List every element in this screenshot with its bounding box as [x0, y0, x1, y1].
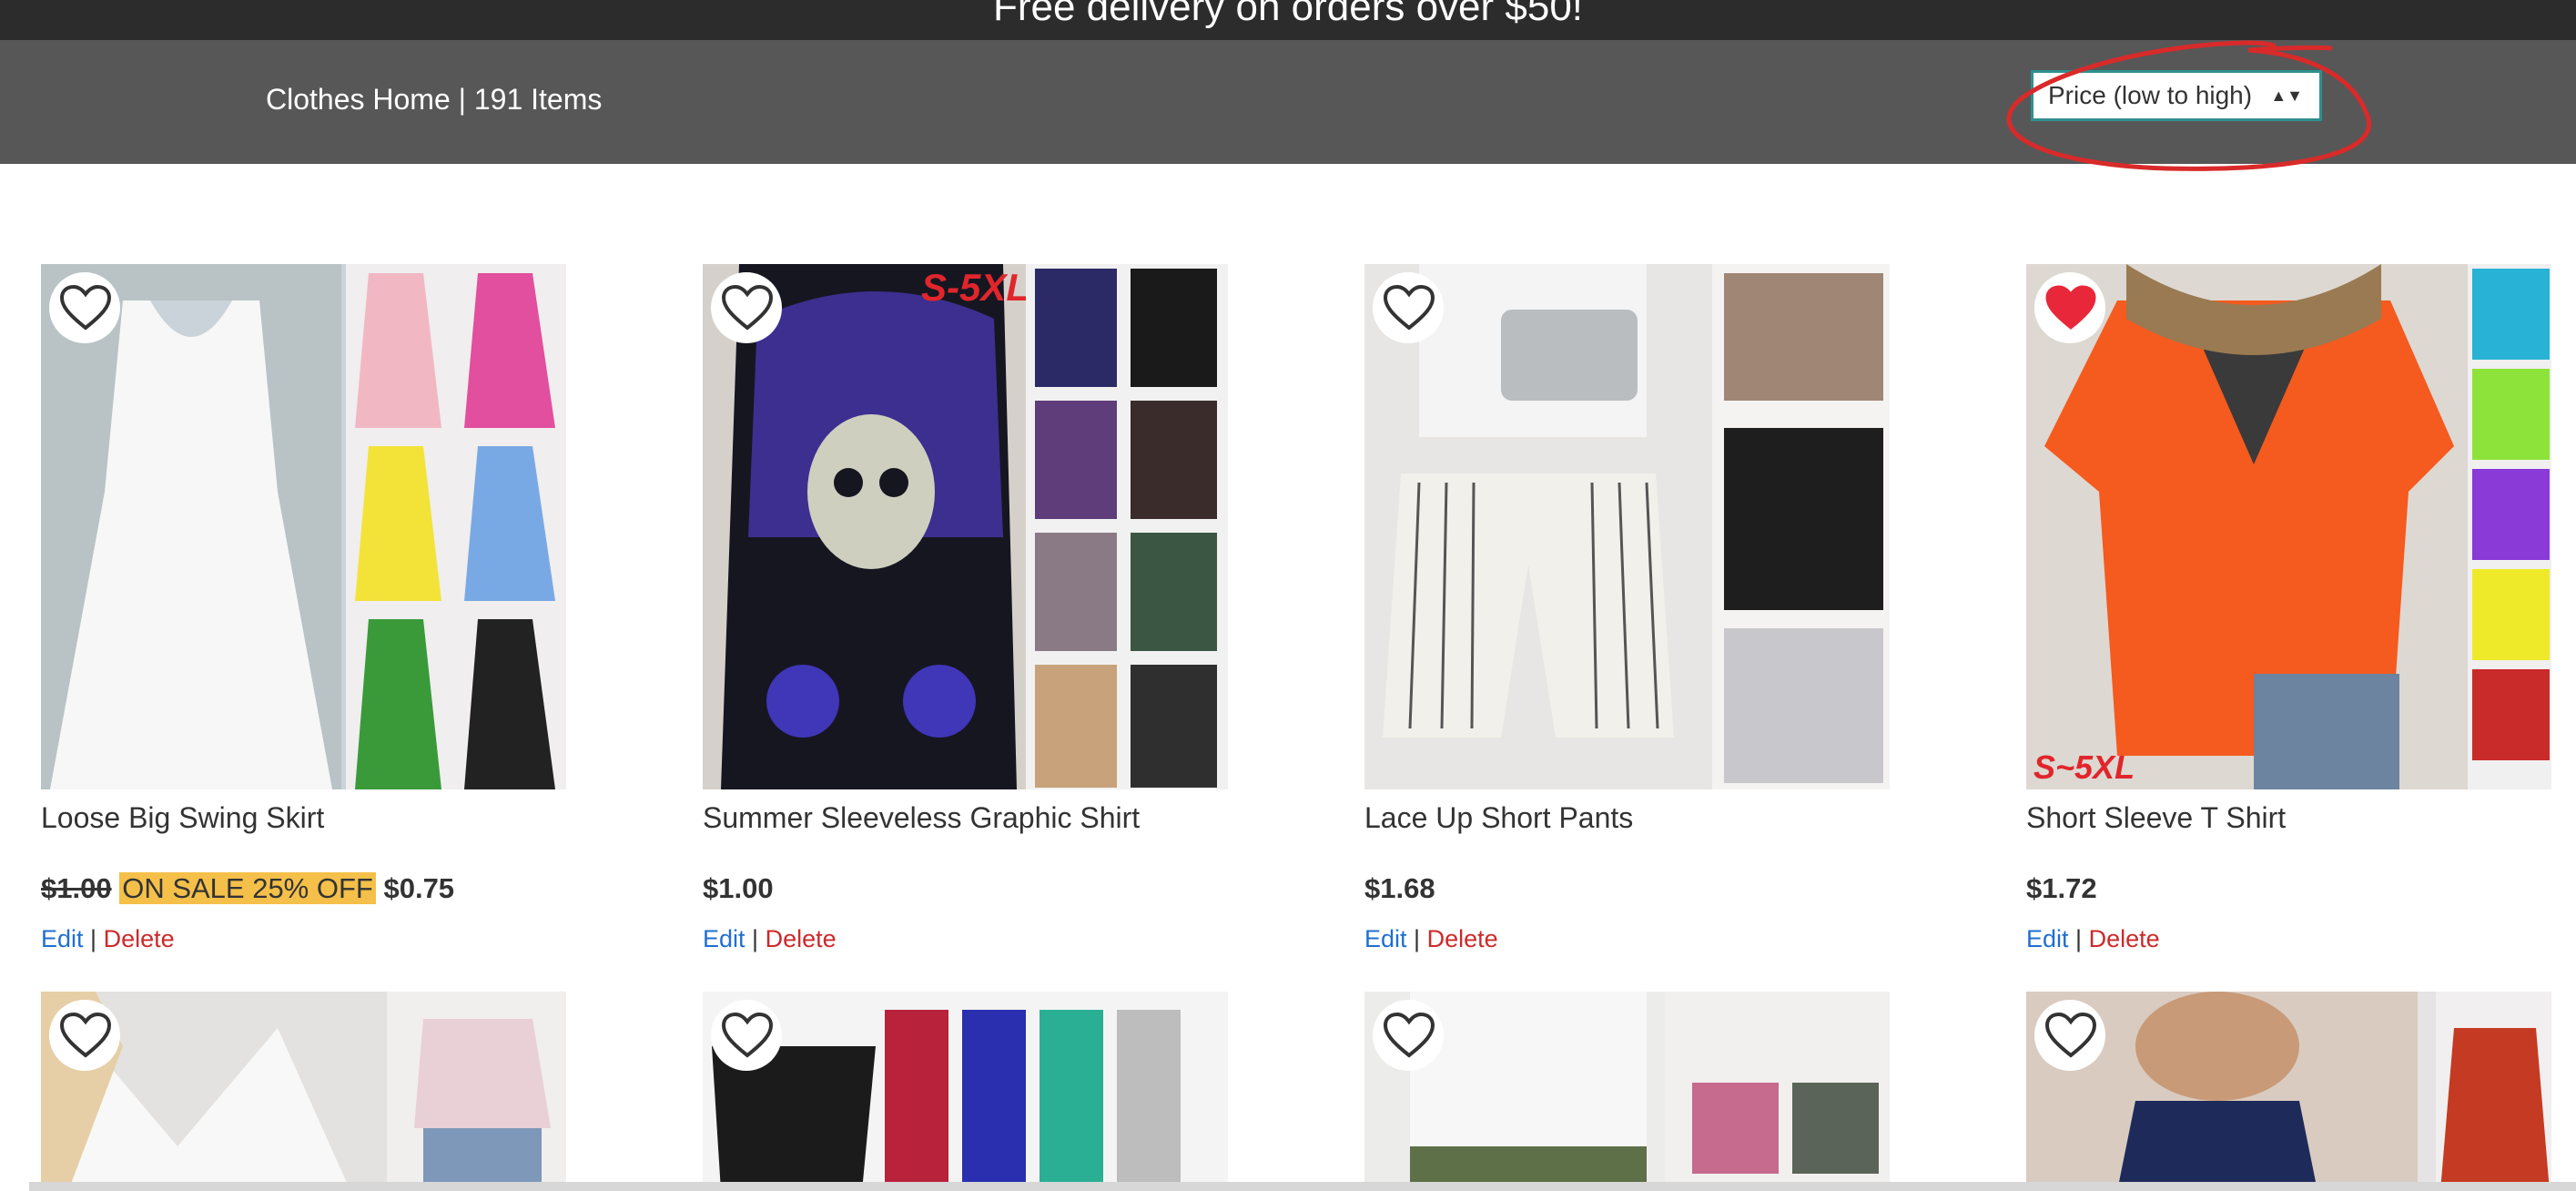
product-image-art	[41, 264, 566, 789]
product-price-row: $1.68	[1364, 872, 1435, 905]
action-separator: |	[2075, 925, 2083, 952]
delete-link[interactable]: Delete	[2089, 925, 2160, 952]
product-image[interactable]	[2026, 992, 2551, 1191]
sort-selected-value: Price (low to high)	[2048, 81, 2253, 109]
original-price: $1.00	[41, 872, 112, 904]
favorite-button[interactable]	[711, 1000, 782, 1071]
product-image[interactable]	[41, 264, 566, 789]
product-image-art: S-5XL	[703, 264, 1228, 789]
page-title: Clothes Home | 191 Items	[266, 83, 603, 116]
heart-filled-icon	[2045, 285, 2096, 330]
action-separator: |	[90, 925, 97, 952]
heart-outline-icon	[1383, 1012, 1435, 1058]
sale-badge: ON SALE 25% OFF	[119, 872, 376, 904]
product-image[interactable]	[41, 992, 566, 1191]
product-price-row: $1.00	[703, 872, 774, 905]
favorite-button[interactable]	[1373, 272, 1444, 343]
product-actions: Edit | Delete	[1364, 925, 1498, 953]
favorite-button[interactable]	[2034, 272, 2105, 343]
product-image-art	[703, 992, 1228, 1191]
product-name[interactable]: Summer Sleeveless Graphic Shirt	[703, 801, 1140, 835]
action-separator: |	[1414, 925, 1421, 952]
edit-link[interactable]: Edit	[703, 925, 745, 952]
promo-banner-text: Free delivery on orders over $50!	[992, 0, 1584, 29]
product-image[interactable]	[1364, 264, 1890, 789]
action-separator: |	[752, 925, 759, 952]
edit-link[interactable]: Edit	[41, 925, 84, 952]
product-name[interactable]: Lace Up Short Pants	[1364, 801, 1633, 835]
sale-price: $0.75	[383, 872, 455, 904]
favorite-button[interactable]	[711, 272, 782, 343]
product-image-art	[41, 992, 566, 1191]
horizontal-scrollbar[interactable]	[29, 1182, 2576, 1191]
product-name[interactable]: Short Sleeve T Shirt	[2026, 801, 2286, 835]
product-image-art	[1364, 992, 1890, 1191]
product-image-art: S~5XL	[2026, 264, 2551, 789]
product-actions: Edit | Delete	[2026, 925, 2160, 953]
edit-link[interactable]: Edit	[1364, 925, 1407, 952]
favorite-button[interactable]	[49, 1000, 120, 1071]
product-image[interactable]	[1364, 992, 1890, 1191]
delete-link[interactable]: Delete	[104, 925, 175, 952]
heart-outline-icon	[1383, 284, 1435, 331]
size-range-text: S-5XL	[921, 266, 1029, 309]
product-image[interactable]: S-5XL	[703, 264, 1228, 789]
price: $1.68	[1364, 872, 1435, 904]
favorite-button[interactable]	[2034, 1000, 2105, 1071]
promo-banner: Free delivery on orders over $50!	[0, 0, 2576, 40]
product-image-art	[1364, 264, 1890, 789]
price: $1.72	[2026, 872, 2097, 904]
price: $1.00	[703, 872, 774, 904]
favorite-button[interactable]	[49, 272, 120, 343]
product-name[interactable]: Loose Big Swing Skirt	[41, 801, 324, 835]
delete-link[interactable]: Delete	[766, 925, 837, 952]
page-header: Clothes Home | 191 Items Price (low to h…	[0, 40, 2576, 164]
favorite-button[interactable]	[1373, 1000, 1444, 1071]
delete-link[interactable]: Delete	[1427, 925, 1498, 952]
heart-outline-icon	[59, 284, 112, 331]
heart-outline-icon	[721, 1012, 774, 1058]
product-actions: Edit | Delete	[703, 925, 837, 953]
product-image-art	[2026, 992, 2551, 1191]
heart-outline-icon	[721, 284, 774, 331]
product-price-row: $1.00 ON SALE 25% OFF $0.75	[41, 872, 454, 905]
product-actions: Edit | Delete	[41, 925, 175, 953]
product-image[interactable]: S~5XL	[2026, 264, 2551, 789]
edit-link[interactable]: Edit	[2026, 925, 2069, 952]
sort-arrows-icon: ▲▼	[2270, 87, 2303, 105]
heart-outline-icon	[59, 1012, 112, 1058]
size-range-text: S~5XL	[2033, 748, 2135, 786]
product-price-row: $1.72	[2026, 872, 2097, 905]
sort-dropdown[interactable]: Price (low to high) ▲▼	[2031, 70, 2322, 121]
heart-outline-icon	[2044, 1012, 2097, 1058]
product-image[interactable]	[703, 992, 1228, 1191]
